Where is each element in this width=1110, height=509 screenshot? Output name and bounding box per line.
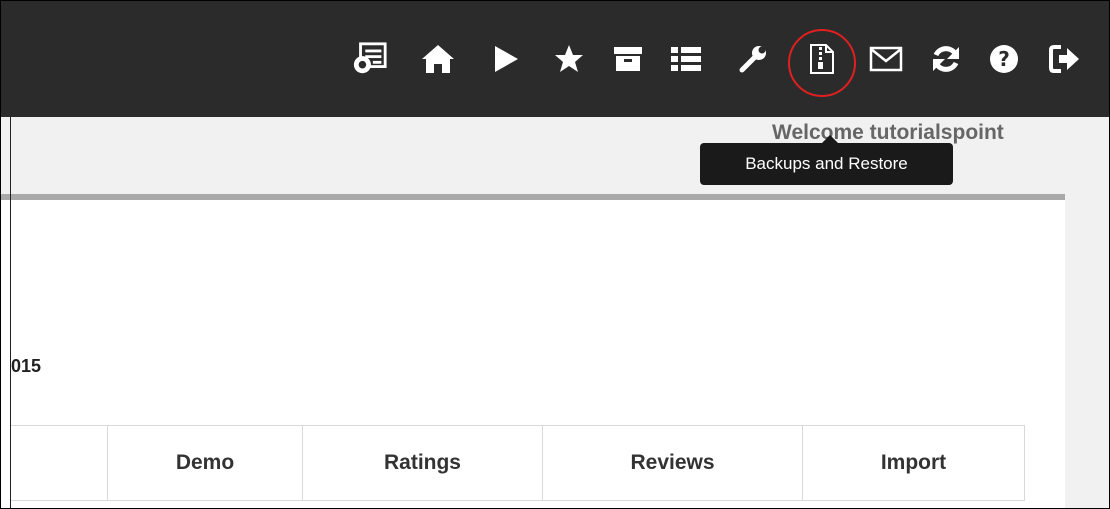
tooltip-arrow (822, 135, 838, 143)
welcome-text: Welcome tutorialspoint (772, 121, 1004, 144)
refresh-icon[interactable] (928, 41, 964, 77)
top-toolbar: ? (1, 1, 1109, 117)
app-window: ? Welcome tutorialspoint Backups and Res… (0, 0, 1110, 509)
tab-reviews[interactable]: Reviews (543, 425, 803, 501)
envelope-icon[interactable] (868, 41, 904, 77)
play-icon[interactable] (488, 41, 524, 77)
main-panel: 015 Demo Ratings Reviews Import (1, 194, 1065, 508)
backups-tooltip: Backups and Restore (700, 143, 953, 185)
list-icon[interactable] (668, 41, 704, 77)
archive-icon[interactable] (610, 41, 646, 77)
tab-import[interactable]: Import (803, 425, 1025, 501)
year-fragment: 015 (11, 356, 42, 376)
home-icon[interactable] (420, 41, 456, 77)
tabs-row: Demo Ratings Reviews Import (11, 425, 1025, 501)
tab-demo[interactable]: Demo (108, 425, 303, 501)
logout-icon[interactable] (1047, 41, 1083, 77)
help-icon[interactable]: ? (986, 41, 1022, 77)
dashboard-settings-icon[interactable] (352, 41, 388, 77)
tab-blank[interactable] (11, 425, 108, 501)
svg-text:?: ? (998, 47, 1010, 71)
tab-ratings[interactable]: Ratings (303, 425, 543, 501)
star-icon[interactable] (551, 41, 587, 77)
wrench-icon[interactable] (735, 41, 771, 77)
backup-zip-icon[interactable] (804, 41, 840, 77)
left-divider (10, 117, 11, 508)
